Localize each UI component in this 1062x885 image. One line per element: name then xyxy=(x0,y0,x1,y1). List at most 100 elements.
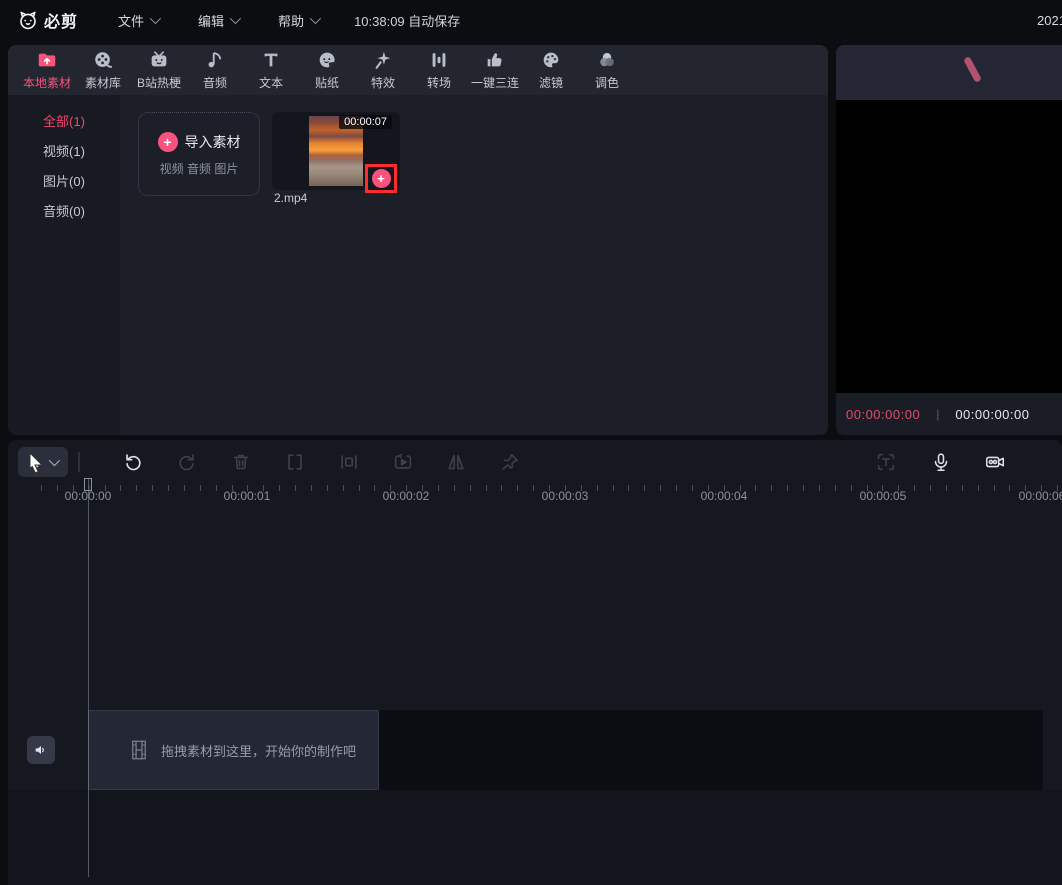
tab-label: 特效 xyxy=(371,74,395,91)
tab-label: 文本 xyxy=(259,74,283,91)
clip-filename: 2.mp4 xyxy=(274,191,307,205)
media-clip-card[interactable]: 00:00:07 + xyxy=(272,112,400,190)
tab-material-library[interactable]: 素材库 xyxy=(75,45,131,95)
redo-button[interactable] xyxy=(176,451,198,473)
ruler-label: 00:00:05 xyxy=(848,489,918,503)
record-screen-button[interactable] xyxy=(984,451,1006,473)
drop-hint-text: 拖拽素材到这里，开始你的制作吧 xyxy=(161,741,356,760)
add-to-timeline-button[interactable]: + xyxy=(372,169,391,188)
chevron-down-icon xyxy=(150,13,161,24)
menu-file[interactable]: 文件 xyxy=(118,11,158,30)
clip-duration-badge: 00:00:07 xyxy=(339,115,392,129)
text-recognition-button[interactable] xyxy=(875,451,897,473)
track-empty-area xyxy=(379,710,1043,790)
ruler-label: 00:00:04 xyxy=(689,489,759,503)
tab-triple-combo[interactable]: 一键三连 xyxy=(467,45,523,95)
track-mute-button[interactable] xyxy=(27,736,55,764)
preview-timebar: 00:00:00:00 | 00:00:00:00 xyxy=(836,393,1062,435)
transition-icon xyxy=(428,49,450,71)
tab-label: B站热梗 xyxy=(137,74,181,91)
tab-effects[interactable]: 特效 xyxy=(355,45,411,95)
media-content-area: + 导入素材 视频 音频 图片 00:00:07 + 2.mp4 xyxy=(120,95,828,435)
trim-button[interactable] xyxy=(338,451,360,473)
menu-help[interactable]: 帮助 xyxy=(278,11,318,30)
toolbar-divider xyxy=(78,452,80,472)
project-name: 20211 xyxy=(1037,13,1062,28)
import-material-button[interactable]: + 导入素材 视频 音频 图片 xyxy=(138,112,260,196)
import-subtitle: 视频 音频 图片 xyxy=(160,160,239,177)
tab-transitions[interactable]: 转场 xyxy=(411,45,467,95)
main-track-row: 拖拽素材到这里，开始你的制作吧 xyxy=(8,710,1062,790)
film-reel-icon xyxy=(92,49,114,71)
preview-header xyxy=(836,45,1062,100)
menu-edit-label: 编辑 xyxy=(198,11,224,30)
timeline-panel: 00:00:00 00:00:01 00:00:02 00:00:03 00:0… xyxy=(8,440,1062,885)
play-clip-button[interactable] xyxy=(392,451,414,473)
film-strip-icon xyxy=(129,739,149,761)
tab-label: 贴纸 xyxy=(315,74,339,91)
timeline-lower-area xyxy=(8,790,1062,885)
media-tabbar: 本地素材 素材库 B站热梗 xyxy=(8,45,828,95)
folder-upload-icon xyxy=(36,49,58,71)
chevron-down-icon xyxy=(310,13,321,24)
current-timecode: 00:00:00:00 xyxy=(846,407,920,422)
chevron-down-icon xyxy=(48,455,59,466)
delete-button[interactable] xyxy=(230,451,252,473)
top-menu-bar: 必剪 文件 编辑 帮助 10:38:09 自动保存 20211 xyxy=(0,0,1062,40)
tab-bilibili-memes[interactable]: B站热梗 xyxy=(131,45,187,95)
tab-label: 一键三连 xyxy=(471,74,519,91)
total-timecode: 00:00:00:00 xyxy=(955,407,1029,422)
category-all[interactable]: 全部(1) xyxy=(8,105,120,135)
tab-local-media[interactable]: 本地素材 xyxy=(19,45,75,95)
category-audio[interactable]: 音频(0) xyxy=(8,195,120,225)
ruler-label: 00:00:02 xyxy=(371,489,441,503)
speaker-icon xyxy=(33,742,49,758)
autosave-status: 10:38:09 自动保存 xyxy=(354,11,460,30)
timeline-toolbar xyxy=(8,440,1062,484)
timeline-drop-zone[interactable]: 拖拽素材到这里，开始你的制作吧 xyxy=(88,710,379,790)
media-library-panel: 本地素材 素材库 B站热梗 xyxy=(8,45,828,435)
tab-label: 调色 xyxy=(595,74,619,91)
ruler-label: 00:00:03 xyxy=(530,489,600,503)
menu-file-label: 文件 xyxy=(118,11,144,30)
click-target-highlight: + xyxy=(365,164,397,193)
bijian-cat-icon xyxy=(16,8,40,32)
tab-label: 滤镜 xyxy=(539,74,563,91)
mirror-flip-button[interactable] xyxy=(445,451,467,473)
category-image[interactable]: 图片(0) xyxy=(8,165,120,195)
undo-button[interactable] xyxy=(122,451,144,473)
split-button[interactable] xyxy=(284,451,306,473)
category-video[interactable]: 视频(1) xyxy=(8,135,120,165)
pin-button[interactable] xyxy=(499,451,521,473)
text-icon xyxy=(260,49,282,71)
tab-label: 音频 xyxy=(203,74,227,91)
tab-stickers[interactable]: 贴纸 xyxy=(299,45,355,95)
tab-label: 本地素材 xyxy=(23,74,71,91)
record-voice-button[interactable] xyxy=(930,451,952,473)
magic-star-icon xyxy=(372,49,394,71)
playhead-line xyxy=(88,478,89,877)
tab-color-grading[interactable]: 调色 xyxy=(579,45,635,95)
menu-edit[interactable]: 编辑 xyxy=(198,11,238,30)
timeline-ruler[interactable]: 00:00:00 00:00:01 00:00:02 00:00:03 00:0… xyxy=(8,485,1062,505)
palette-icon xyxy=(540,49,562,71)
tab-audio[interactable]: 音频 xyxy=(187,45,243,95)
ruler-label: 00:00:01 xyxy=(212,489,282,503)
tv-icon xyxy=(148,49,170,71)
tab-label: 转场 xyxy=(427,74,451,91)
ruler-label: 00:00:06 xyxy=(1007,489,1062,503)
media-category-sidebar: 全部(1) 视频(1) 图片(0) 音频(0) xyxy=(8,95,120,435)
preview-panel: 00:00:00:00 | 00:00:00:00 xyxy=(836,45,1062,435)
app-window: 必剪 文件 编辑 帮助 10:38:09 自动保存 20211 本地素材 xyxy=(0,0,1062,885)
app-title: 必剪 xyxy=(44,8,78,32)
timecode-divider: | xyxy=(936,407,939,421)
tab-text[interactable]: 文本 xyxy=(243,45,299,95)
loading-spinner-icon xyxy=(963,56,982,83)
preview-video-area[interactable] xyxy=(836,100,1062,393)
mouse-cursor xyxy=(28,452,46,474)
plus-icon: + xyxy=(158,132,178,152)
chevron-down-icon xyxy=(230,13,241,24)
sticker-icon xyxy=(316,49,338,71)
tab-filters[interactable]: 滤镜 xyxy=(523,45,579,95)
music-note-icon xyxy=(204,49,226,71)
